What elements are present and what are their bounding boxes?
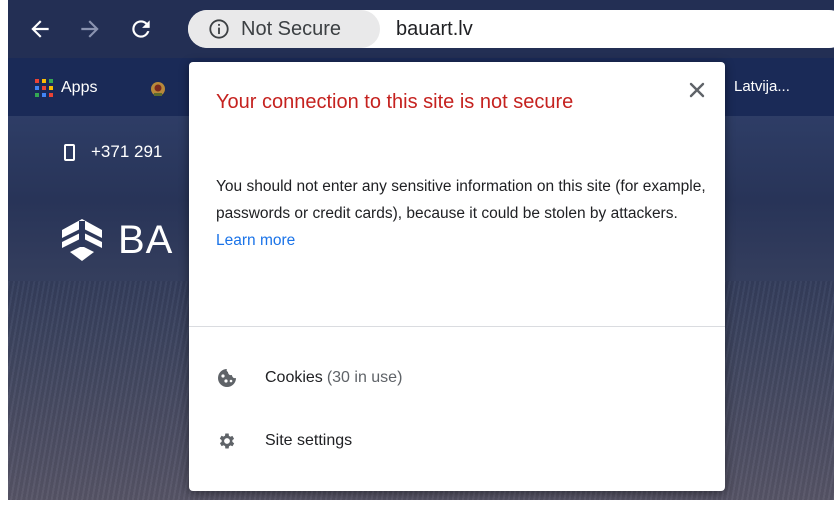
gear-icon — [219, 433, 235, 449]
logo-mark-icon — [62, 219, 102, 261]
popup-body-text: You should not enter any sensitive infor… — [216, 178, 706, 222]
logo-text: BA — [118, 217, 174, 262]
site-settings-label: Site settings — [265, 432, 353, 449]
bookmark-favicon-icon[interactable] — [148, 79, 168, 99]
popup-body: You should not enter any sensitive infor… — [216, 173, 706, 254]
popup-title: Your connection to this site is not secu… — [216, 91, 574, 113]
info-icon — [209, 19, 229, 39]
back-button[interactable] — [25, 14, 55, 44]
arrow-right-icon — [81, 20, 99, 38]
close-icon — [689, 82, 705, 98]
popup-divider — [189, 326, 725, 327]
learn-more-link[interactable]: Learn more — [216, 232, 295, 249]
browser-window: Not Secure bauart.lv Apps Latvija... +37… — [8, 0, 834, 500]
bookmark-latvija[interactable]: Latvija... — [734, 78, 790, 95]
close-button[interactable] — [687, 80, 707, 100]
forward-button[interactable] — [75, 14, 105, 44]
reload-button[interactable] — [126, 14, 156, 44]
address-bar[interactable]: Not Secure bauart.lv — [188, 10, 834, 48]
gear-icon-wrap — [216, 430, 238, 452]
site-settings-item[interactable]: Site settings — [189, 417, 725, 465]
cookies-label: Cookies — [265, 369, 323, 386]
site-info-popup: Your connection to this site is not secu… — [189, 62, 725, 491]
security-chip-label: Not Secure — [241, 17, 342, 40]
phone-number: +371 291 — [91, 142, 163, 161]
security-chip[interactable]: Not Secure — [188, 10, 380, 48]
cookies-item[interactable]: Cookies (30 in use) — [189, 354, 725, 402]
apps-grid-icon — [35, 79, 53, 97]
phone-contact[interactable]: +371 291 — [64, 142, 162, 162]
arrow-left-icon — [31, 20, 49, 38]
cookie-icon — [218, 369, 236, 387]
phone-icon — [64, 143, 75, 161]
browser-toolbar: Not Secure bauart.lv — [8, 0, 834, 58]
reload-icon — [132, 20, 150, 38]
url-text[interactable]: bauart.lv — [396, 10, 473, 48]
cookie-icon-wrap — [216, 367, 238, 389]
bookmark-apps-label: Apps — [61, 79, 98, 96]
cookies-count: (30 in use) — [326, 369, 403, 386]
bookmark-apps[interactable]: Apps — [35, 78, 97, 98]
site-logo[interactable]: BA — [58, 216, 173, 264]
